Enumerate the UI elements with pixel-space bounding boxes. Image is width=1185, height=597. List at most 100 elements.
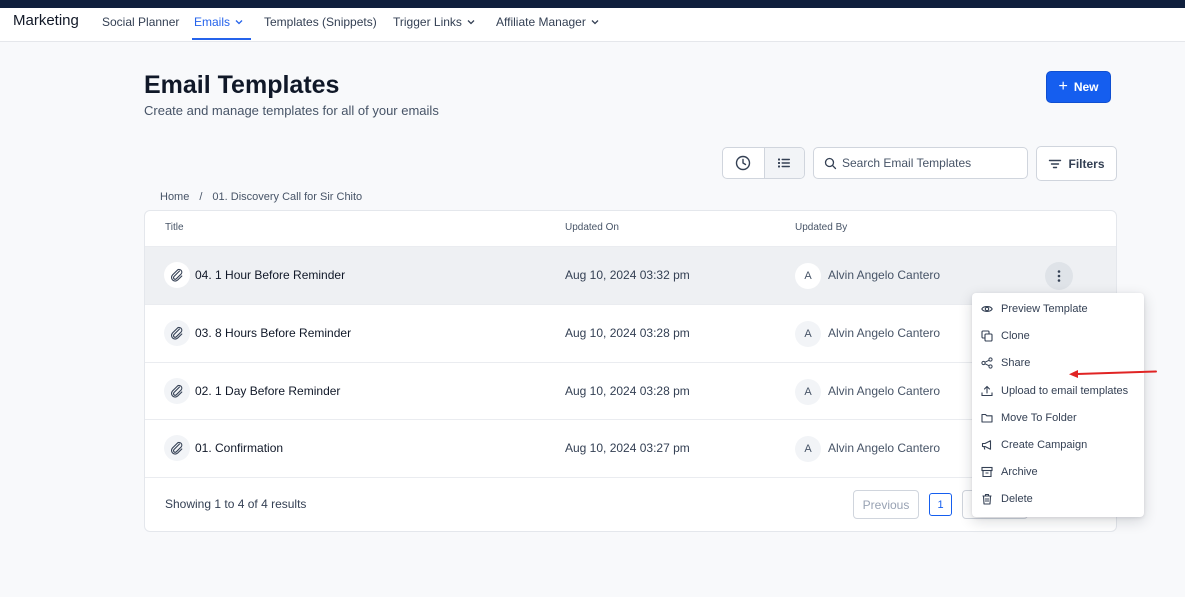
menu-item-delete[interactable]: Delete xyxy=(972,485,1144,512)
annotation-arrow xyxy=(1069,370,1157,378)
updated-by: Alvin Angelo Cantero xyxy=(828,384,941,398)
column-header-title: Title xyxy=(165,222,184,233)
results-count: Showing 1 to 4 of 4 results xyxy=(165,497,307,511)
nav-item-label: Templates (Snippets) xyxy=(264,15,377,29)
nav-item-label: Affiliate Manager xyxy=(496,15,586,29)
template-icon xyxy=(164,378,190,404)
menu-item-label: Create Campaign xyxy=(1001,438,1088,451)
filters-label: Filters xyxy=(1068,156,1105,171)
nav-item-label: Trigger Links xyxy=(393,15,462,29)
nav-item-templates-snippets[interactable]: Templates (Snippets) xyxy=(264,15,377,29)
nav-item-label: Social Planner xyxy=(102,15,180,29)
avatar: A xyxy=(795,436,821,462)
new-template-button[interactable]: + New xyxy=(1046,71,1111,103)
archive-icon xyxy=(981,466,993,477)
list-icon xyxy=(778,158,791,168)
menu-item-create-campaign[interactable]: Create Campaign xyxy=(972,431,1144,458)
trash-icon xyxy=(982,493,992,505)
top-navigation: Marketing Social Planner Emails Template… xyxy=(0,8,1185,42)
menu-item-label: Upload to email templates xyxy=(1001,384,1129,397)
updated-on: Aug 10, 2024 03:28 pm xyxy=(565,384,690,398)
table-row[interactable]: 01. Confirmation Aug 10, 2024 03:27 pm A… xyxy=(145,419,1116,477)
eye-icon xyxy=(981,305,993,312)
nav-item-social-planner[interactable]: Social Planner xyxy=(102,15,179,29)
menu-item-label: Archive xyxy=(1001,465,1038,478)
menu-item-label: Delete xyxy=(1001,492,1033,505)
top-accent-strip xyxy=(0,0,1185,8)
page-subtitle: Create and manage templates for all of y… xyxy=(144,103,439,118)
copy-icon xyxy=(981,329,993,342)
active-tab-underline xyxy=(192,38,251,40)
page-title: Email Templates xyxy=(144,71,340,99)
updated-by: Alvin Angelo Cantero xyxy=(828,441,941,455)
menu-item-preview-template[interactable]: Preview Template xyxy=(972,295,1144,322)
template-title[interactable]: 04. 1 Hour Before Reminder xyxy=(195,268,345,282)
paperclip-icon xyxy=(171,326,183,340)
column-header-updated-on: Updated On xyxy=(565,222,619,233)
recent-view-button[interactable] xyxy=(723,148,764,178)
menu-item-label: Preview Template xyxy=(1001,302,1088,315)
template-icon xyxy=(164,435,190,461)
template-icon xyxy=(164,320,190,346)
breadcrumb-home[interactable]: Home xyxy=(160,191,189,203)
page-number-button[interactable]: 1 xyxy=(929,493,952,516)
filters-button[interactable]: Filters xyxy=(1036,146,1117,181)
chevron-down-icon xyxy=(235,20,243,25)
nav-item-trigger-links[interactable]: Trigger Links xyxy=(393,15,476,29)
filter-icon xyxy=(1049,159,1062,168)
column-header-updated-by: Updated By xyxy=(795,222,848,233)
paperclip-icon xyxy=(171,441,183,455)
breadcrumb-separator: / xyxy=(199,191,203,203)
table-footer: Showing 1 to 4 of 4 results Previous 1 xyxy=(145,477,1116,531)
updated-on: Aug 10, 2024 03:28 pm xyxy=(565,326,690,340)
previous-page-button[interactable]: Previous xyxy=(853,490,919,519)
share-icon xyxy=(981,356,993,369)
breadcrumb: Home / 01. Discovery Call for Sir Chito xyxy=(160,191,362,203)
updated-by: Alvin Angelo Cantero xyxy=(828,326,941,340)
menu-item-label: Move To Folder xyxy=(1001,411,1077,424)
search-input[interactable] xyxy=(842,156,1022,170)
search-icon xyxy=(824,157,837,169)
row-actions-menu: Preview Template Clone Share Upload to e… xyxy=(972,293,1144,517)
updated-on: Aug 10, 2024 03:27 pm xyxy=(565,441,690,455)
template-title[interactable]: 01. Confirmation xyxy=(195,441,283,455)
view-toggle xyxy=(722,147,805,179)
breadcrumb-current: 01. Discovery Call for Sir Chito xyxy=(212,191,363,203)
megaphone-icon xyxy=(981,439,992,450)
upload-icon xyxy=(981,385,993,396)
table-row[interactable]: 03. 8 Hours Before Reminder Aug 10, 2024… xyxy=(145,304,1116,362)
chevron-down-icon xyxy=(467,20,475,25)
table-header: Title Updated On Updated By xyxy=(145,211,1116,246)
menu-item-label: Share xyxy=(1001,356,1031,369)
search-box xyxy=(813,147,1028,179)
avatar: A xyxy=(795,263,821,289)
avatar: A xyxy=(795,379,821,405)
template-title[interactable]: 03. 8 Hours Before Reminder xyxy=(195,326,351,340)
menu-item-archive[interactable]: Archive xyxy=(972,458,1144,485)
template-title[interactable]: 02. 1 Day Before Reminder xyxy=(195,384,340,398)
table-row[interactable]: 04. 1 Hour Before Reminder Aug 10, 2024 … xyxy=(145,246,1116,304)
row-actions-button[interactable] xyxy=(1045,262,1073,290)
folder-icon xyxy=(981,413,993,423)
nav-item-affiliate-manager[interactable]: Affiliate Manager xyxy=(496,15,600,29)
nav-item-emails[interactable]: Emails xyxy=(194,15,244,29)
paperclip-icon xyxy=(171,268,183,282)
more-vertical-icon xyxy=(1057,270,1061,282)
menu-item-label: Clone xyxy=(1001,329,1030,342)
template-icon xyxy=(164,262,190,288)
menu-item-upload-to-email-templates[interactable]: Upload to email templates xyxy=(972,377,1144,404)
plus-icon: + xyxy=(1058,78,1068,95)
brand-title: Marketing xyxy=(13,12,79,29)
list-view-button[interactable] xyxy=(763,148,804,178)
updated-by: Alvin Angelo Cantero xyxy=(828,268,941,282)
menu-item-move-to-folder[interactable]: Move To Folder xyxy=(972,404,1144,431)
avatar: A xyxy=(795,321,821,347)
table-row[interactable]: 02. 1 Day Before Reminder Aug 10, 2024 0… xyxy=(145,362,1116,420)
new-button-label: New xyxy=(1073,80,1099,94)
chevron-down-icon xyxy=(591,20,599,25)
menu-item-clone[interactable]: Clone xyxy=(972,322,1144,349)
paperclip-icon xyxy=(171,384,183,398)
clock-icon xyxy=(736,155,751,171)
updated-on: Aug 10, 2024 03:32 pm xyxy=(565,268,690,282)
nav-item-label: Emails xyxy=(194,15,231,29)
